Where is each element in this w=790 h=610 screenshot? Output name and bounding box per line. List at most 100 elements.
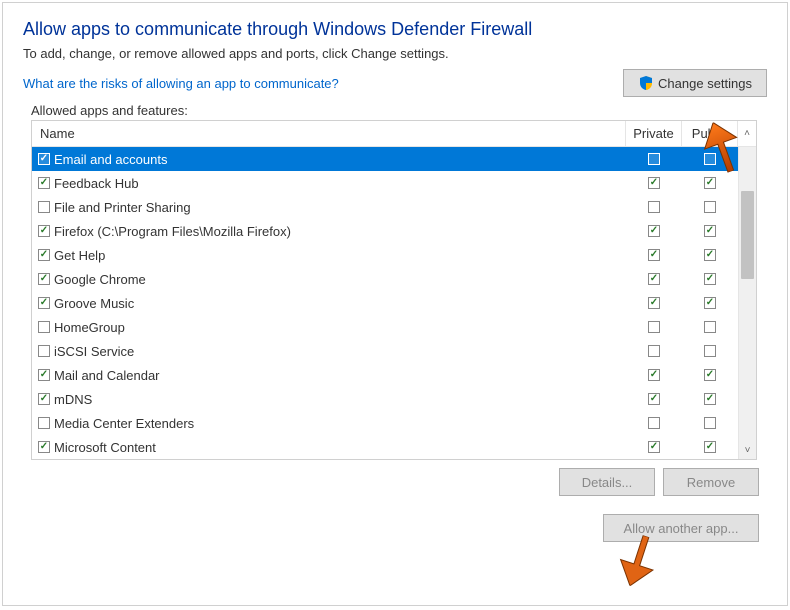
row-public-checkbox[interactable]	[704, 177, 716, 189]
list-row[interactable]: File and Printer Sharing	[32, 195, 738, 219]
row-private-checkbox[interactable]	[648, 297, 660, 309]
row-private-checkbox[interactable]	[648, 417, 660, 429]
row-name-cell: iSCSI Service	[32, 344, 626, 359]
row-enable-checkbox[interactable]	[38, 321, 50, 333]
row-name-label: Media Center Extenders	[54, 416, 194, 431]
row-enable-checkbox[interactable]	[38, 345, 50, 357]
row-private-checkbox[interactable]	[648, 153, 660, 165]
column-header-public[interactable]: Public	[682, 121, 738, 146]
list-rows-container: Email and accounts Feedback HubFile and P…	[32, 147, 738, 459]
row-private-cell	[626, 177, 682, 189]
list-row[interactable]: Mail and Calendar	[32, 363, 738, 387]
allow-another-app-button[interactable]: Allow another app...	[603, 514, 759, 542]
row-public-checkbox[interactable]	[704, 369, 716, 381]
row-public-cell	[682, 201, 738, 213]
row-public-checkbox[interactable]	[704, 153, 716, 165]
row-enable-checkbox[interactable]	[38, 225, 50, 237]
list-row[interactable]: HomeGroup	[32, 315, 738, 339]
row-name-label: Google Chrome	[54, 272, 146, 287]
list-header: Name Private Public ˄	[32, 121, 756, 147]
row-name-cell: mDNS	[32, 392, 626, 407]
row-private-checkbox[interactable]	[648, 441, 660, 453]
row-enable-checkbox[interactable]	[38, 177, 50, 189]
row-public-checkbox[interactable]	[704, 441, 716, 453]
row-private-checkbox[interactable]	[648, 393, 660, 405]
row-private-checkbox[interactable]	[648, 273, 660, 285]
row-public-cell	[682, 153, 738, 165]
row-enable-checkbox[interactable]	[38, 297, 50, 309]
row-private-checkbox[interactable]	[648, 345, 660, 357]
row-name-cell: Email and accounts	[32, 152, 626, 167]
list-row[interactable]: Groove Music	[32, 291, 738, 315]
row-private-cell	[626, 441, 682, 453]
row-public-cell	[682, 177, 738, 189]
row-public-cell	[682, 441, 738, 453]
chevron-down-icon: ˅	[745, 445, 751, 456]
list-row[interactable]: Feedback Hub	[32, 171, 738, 195]
row-name-cell: Firefox (C:\Program Files\Mozilla Firefo…	[32, 224, 626, 239]
change-settings-button[interactable]: Change settings	[623, 69, 767, 97]
row-name-label: Firefox (C:\Program Files\Mozilla Firefo…	[54, 224, 291, 239]
row-private-cell	[626, 321, 682, 333]
scrollbar[interactable]: ˅	[738, 147, 756, 459]
row-private-cell	[626, 345, 682, 357]
list-footer-buttons: Details... Remove	[23, 468, 759, 496]
row-public-checkbox[interactable]	[704, 273, 716, 285]
list-row[interactable]: Microsoft Content	[32, 435, 738, 459]
list-row[interactable]: Get Help	[32, 243, 738, 267]
row-enable-checkbox[interactable]	[38, 153, 50, 165]
row-private-checkbox[interactable]	[648, 201, 660, 213]
row-private-cell	[626, 297, 682, 309]
row-private-checkbox[interactable]	[648, 249, 660, 261]
column-header-name[interactable]: Name	[32, 121, 626, 146]
row-name-cell: HomeGroup	[32, 320, 626, 335]
row-private-cell	[626, 369, 682, 381]
row-name-cell: Media Center Extenders	[32, 416, 626, 431]
row-enable-checkbox[interactable]	[38, 249, 50, 261]
row-public-checkbox[interactable]	[704, 321, 716, 333]
list-row[interactable]: Email and accounts	[32, 147, 738, 171]
remove-button[interactable]: Remove	[663, 468, 759, 496]
row-public-cell	[682, 393, 738, 405]
row-private-checkbox[interactable]	[648, 177, 660, 189]
row-name-cell: Mail and Calendar	[32, 368, 626, 383]
row-enable-checkbox[interactable]	[38, 201, 50, 213]
row-name-label: HomeGroup	[54, 320, 125, 335]
row-name-cell: Microsoft Content	[32, 440, 626, 455]
row-enable-checkbox[interactable]	[38, 441, 50, 453]
row-private-checkbox[interactable]	[648, 321, 660, 333]
list-row[interactable]: Google Chrome	[32, 267, 738, 291]
row-public-checkbox[interactable]	[704, 249, 716, 261]
details-button[interactable]: Details...	[559, 468, 655, 496]
chevron-up-icon: ˄	[744, 128, 750, 139]
row-enable-checkbox[interactable]	[38, 417, 50, 429]
row-private-checkbox[interactable]	[648, 225, 660, 237]
risks-link[interactable]: What are the risks of allowing an app to…	[23, 76, 339, 91]
row-enable-checkbox[interactable]	[38, 273, 50, 285]
row-public-checkbox[interactable]	[704, 201, 716, 213]
row-enable-checkbox[interactable]	[38, 393, 50, 405]
row-name-label: Mail and Calendar	[54, 368, 160, 383]
column-header-private[interactable]: Private	[626, 121, 682, 146]
row-private-cell	[626, 201, 682, 213]
list-row[interactable]: Firefox (C:\Program Files\Mozilla Firefo…	[32, 219, 738, 243]
row-public-checkbox[interactable]	[704, 417, 716, 429]
row-public-checkbox[interactable]	[704, 345, 716, 357]
row-name-label: Microsoft Content	[54, 440, 156, 455]
row-public-cell	[682, 249, 738, 261]
list-row[interactable]: Media Center Extenders	[32, 411, 738, 435]
row-private-cell	[626, 417, 682, 429]
row-public-cell	[682, 321, 738, 333]
page-title: Allow apps to communicate through Window…	[23, 19, 767, 40]
row-enable-checkbox[interactable]	[38, 369, 50, 381]
row-public-checkbox[interactable]	[704, 225, 716, 237]
list-row[interactable]: iSCSI Service	[32, 339, 738, 363]
list-row[interactable]: mDNS	[32, 387, 738, 411]
row-public-checkbox[interactable]	[704, 297, 716, 309]
scrollbar-thumb[interactable]	[741, 191, 754, 279]
row-public-cell	[682, 369, 738, 381]
scroll-down-button[interactable]: ˅	[739, 441, 756, 459]
row-private-checkbox[interactable]	[648, 369, 660, 381]
row-public-cell	[682, 345, 738, 357]
row-public-checkbox[interactable]	[704, 393, 716, 405]
